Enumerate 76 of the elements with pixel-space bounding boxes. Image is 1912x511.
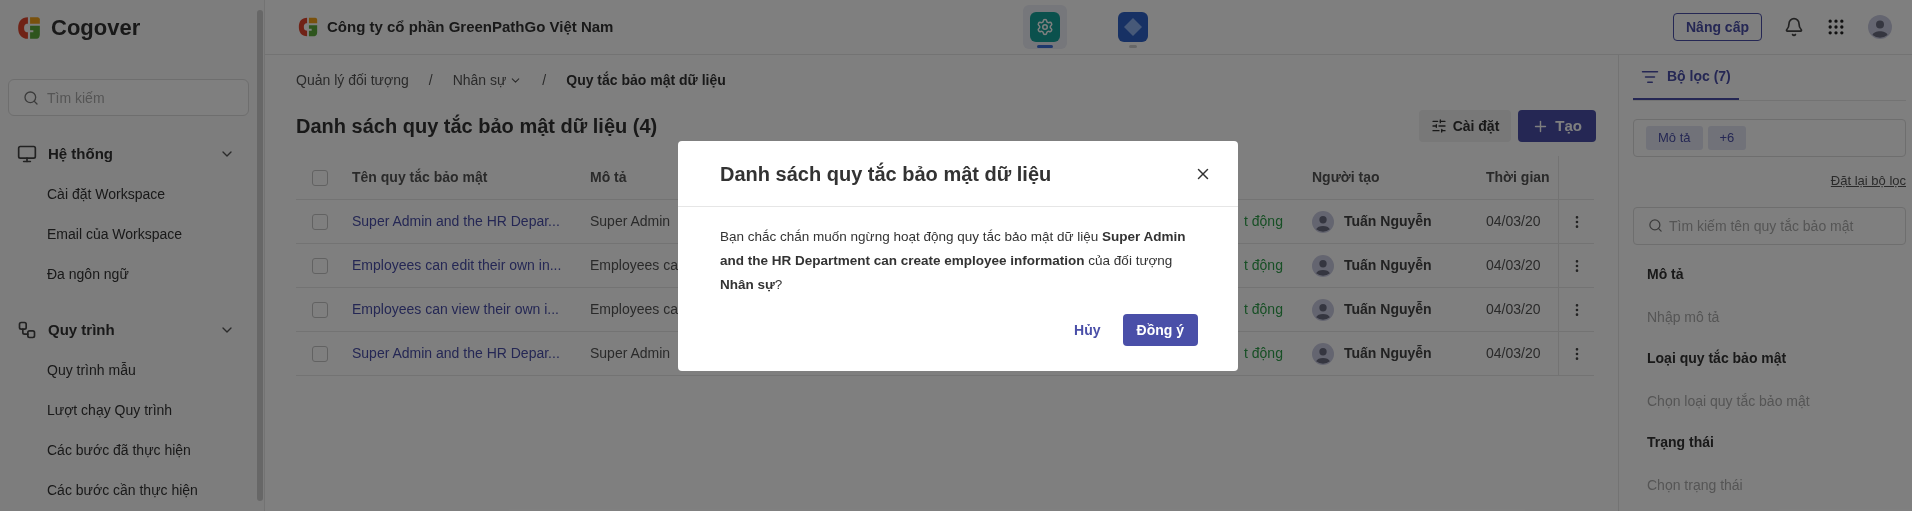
- avatar-icon: [1312, 342, 1334, 365]
- rule-link[interactable]: Employees can view their own i...: [352, 299, 559, 320]
- checkbox[interactable]: [312, 213, 328, 230]
- status-text: t động: [1244, 300, 1283, 319]
- create-button[interactable]: Tạo: [1518, 110, 1596, 142]
- table-cell-text: Super Admin: [590, 212, 671, 231]
- avatar-icon: [1312, 298, 1334, 321]
- upgrade-button[interactable]: Nâng cấp: [1673, 13, 1762, 41]
- sliders-icon: [1430, 118, 1447, 134]
- cancel-button[interactable]: Hủy: [1074, 319, 1101, 341]
- rule-link[interactable]: Super Admin and the HR Depar...: [352, 211, 560, 232]
- field-label: Trạng thái: [1647, 433, 1715, 452]
- breadcrumb-separator: /: [542, 70, 547, 90]
- column-header: Người tạo: [1312, 168, 1380, 187]
- table-cell-text: Employees ca: [590, 300, 678, 319]
- page-title: Danh sách quy tắc bảo mật dữ liệu (4): [296, 113, 659, 139]
- company-name: Công ty cổ phần GreenPathGo Việt Nam: [327, 16, 614, 37]
- breadcrumb-link[interactable]: Quản lý đối tượng: [296, 69, 409, 91]
- logo-icon: [16, 14, 42, 41]
- status-text: t động: [1244, 256, 1283, 275]
- field-label: Mô tả: [1647, 265, 1685, 284]
- search-icon: [1648, 218, 1663, 233]
- breadcrumb-link[interactable]: Quy tắc bảo mật dữ liệu: [566, 69, 726, 91]
- status-text: t động: [1244, 344, 1283, 363]
- checkbox[interactable]: [312, 301, 328, 318]
- dialog-message: Bạn chắc chắn muốn ngừng hoạt động quy tắc bảo mật dữ liệu Super Admin and the HR Department can create employee information của đối tượng Nhân sự?: [720, 228, 1187, 294]
- column-header: Mô tả: [590, 168, 627, 187]
- column-header: Thời gian: [1486, 168, 1550, 187]
- table-cell-text: 04/03/20: [1486, 212, 1541, 231]
- avatar-icon: [1312, 254, 1334, 277]
- checkbox[interactable]: [312, 345, 328, 362]
- search-icon: [23, 89, 39, 106]
- table-cell-text: 04/03/20: [1486, 256, 1541, 275]
- rule-link[interactable]: Employees can edit their own in...: [352, 255, 562, 276]
- filter-chip[interactable]: +6: [1707, 126, 1747, 150]
- creator-name: Tuấn Nguyễn: [1344, 344, 1432, 363]
- table-cell-text: Super Admin: [590, 344, 671, 363]
- checkbox[interactable]: [312, 257, 328, 274]
- sidebar-section[interactable]: Hệ thống: [0, 134, 257, 174]
- settings-button[interactable]: Cài đặt: [1418, 110, 1512, 142]
- table-cell-text: 04/03/20: [1486, 344, 1541, 363]
- table-cell-text: Employees ca: [590, 256, 678, 275]
- creator-name: Tuấn Nguyễn: [1344, 300, 1432, 319]
- logo-icon: [297, 16, 319, 38]
- confirm-button[interactable]: Đồng ý: [1122, 314, 1198, 346]
- brand-name: Cogover: [51, 14, 141, 42]
- app-tab[interactable]: [1022, 5, 1067, 49]
- notification-icon[interactable]: [1784, 17, 1804, 37]
- avatar-icon: [1312, 210, 1334, 233]
- avatar-icon: [1868, 15, 1892, 39]
- creator-name: Tuấn Nguyễn: [1344, 212, 1432, 231]
- creator-name: Tuấn Nguyễn: [1344, 256, 1432, 275]
- sidebar-section[interactable]: Quy trình: [0, 310, 257, 350]
- field-label: Loại quy tắc bảo mật: [1647, 348, 1788, 368]
- status-text: t động: [1244, 212, 1283, 231]
- sidebar-item[interactable]: Quy trình mẫu: [0, 350, 257, 390]
- sidebar-item[interactable]: Cài đặt Workspace: [0, 174, 257, 214]
- checkbox[interactable]: [312, 169, 328, 186]
- gear-icon: [1029, 12, 1060, 42]
- monitor-icon: [17, 144, 37, 164]
- dialog-title: Danh sách quy tắc bảo mật dữ liệu: [720, 161, 1053, 187]
- sidebar-item[interactable]: Email của Workspace: [0, 214, 257, 254]
- table-cell-text: 04/03/20: [1486, 300, 1541, 319]
- rule-link[interactable]: Super Admin and the HR Depar...: [352, 343, 560, 364]
- sidebar-item[interactable]: Các bước cần thực hiện: [0, 470, 257, 510]
- breadcrumb-separator: /: [428, 70, 433, 90]
- filter-chip[interactable]: Mô tả: [1646, 126, 1703, 150]
- sidebar-item[interactable]: Lượt chạy Quy trình: [0, 390, 257, 430]
- filter-tab[interactable]: Bộ lọc (7): [1633, 55, 1739, 100]
- breadcrumb-link[interactable]: Nhân sự: [452, 69, 523, 91]
- sidebar-item[interactable]: Đa ngôn ngữ: [0, 254, 257, 294]
- column-header: Tên quy tắc bảo mật: [352, 167, 488, 187]
- sidebar-item[interactable]: Các bước đã thực hiện: [0, 430, 257, 470]
- apps-grid-icon[interactable]: [1826, 17, 1846, 37]
- reset-filter-link[interactable]: Đặt lại bộ lọc: [1830, 171, 1906, 191]
- workflow-icon: [17, 320, 37, 340]
